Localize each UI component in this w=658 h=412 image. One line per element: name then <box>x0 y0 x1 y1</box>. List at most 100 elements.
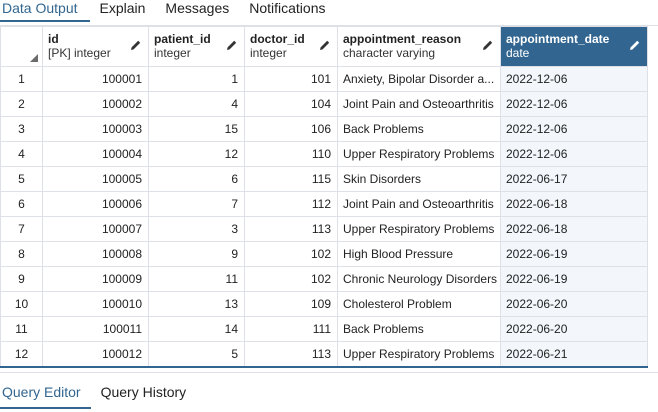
appointment-reason-cell[interactable]: Back Problems <box>337 116 501 142</box>
id-cell[interactable]: 100009 <box>42 266 149 292</box>
id-cell[interactable]: 100007 <box>42 216 149 242</box>
id-cell[interactable]: 100005 <box>42 166 149 192</box>
doctor-id-cell[interactable]: 102 <box>244 241 338 267</box>
row-number-cell[interactable]: 8 <box>0 241 43 267</box>
patient-id-cell[interactable]: 15 <box>148 116 245 142</box>
appointment-reason-cell[interactable]: High Blood Pressure <box>337 241 501 267</box>
appointment-date-cell[interactable]: 2022-06-21 <box>500 341 648 368</box>
table-row[interactable]: 8 100008 9 102 High Blood Pressure 2022-06-19 <box>0 241 648 267</box>
appointment-date-cell[interactable]: 2022-12-06 <box>500 141 648 167</box>
id-cell[interactable]: 100001 <box>42 66 149 92</box>
appointment-date-cell[interactable]: 2022-12-06 <box>500 66 648 92</box>
doctor-id-cell[interactable]: 109 <box>244 291 338 317</box>
id-cell[interactable]: 100008 <box>42 241 149 267</box>
appointment-reason-cell[interactable]: Joint Pain and Osteoarthritis <box>337 191 501 217</box>
patient-id-cell[interactable]: 4 <box>148 91 245 117</box>
doctor-id-cell[interactable]: 102 <box>244 266 338 292</box>
table-row[interactable]: 10 100010 13 109 Cholesterol Problem 2022-06-… <box>0 291 648 317</box>
doctor-id-cell[interactable]: 112 <box>244 191 338 217</box>
id-cell[interactable]: 100010 <box>42 291 149 317</box>
doctor-id-cell[interactable]: 111 <box>244 316 338 342</box>
column-header-patient-id[interactable]: patient_id integer <box>148 26 245 67</box>
row-number-cell[interactable]: 7 <box>0 216 43 242</box>
tab-query-history[interactable]: Query History <box>91 379 197 409</box>
patient-id-cell[interactable]: 14 <box>148 316 245 342</box>
pencil-icon[interactable] <box>226 39 238 51</box>
id-cell[interactable]: 100012 <box>42 341 149 368</box>
patient-id-cell[interactable]: 7 <box>148 191 245 217</box>
row-number-cell[interactable]: 10 <box>0 291 43 317</box>
row-number-cell[interactable]: 2 <box>0 91 43 117</box>
id-cell[interactable]: 100003 <box>42 116 149 142</box>
tab-query-editor[interactable]: Query Editor <box>0 379 91 409</box>
appointment-date-cell[interactable]: 2022-06-20 <box>500 291 648 317</box>
appointment-date-cell[interactable]: 2022-06-18 <box>500 216 648 242</box>
id-cell[interactable]: 100002 <box>42 91 149 117</box>
select-all-cell[interactable] <box>0 26 43 67</box>
doctor-id-cell[interactable]: 113 <box>244 341 338 368</box>
column-header-id[interactable]: id [PK] integer <box>42 26 149 67</box>
appointment-reason-cell[interactable]: Upper Respiratory Problems <box>337 141 501 167</box>
pencil-icon[interactable] <box>319 39 331 51</box>
patient-id-cell[interactable]: 1 <box>148 66 245 92</box>
doctor-id-cell[interactable]: 110 <box>244 141 338 167</box>
row-number-cell[interactable]: 6 <box>0 191 43 217</box>
row-number-cell[interactable]: 4 <box>0 141 43 167</box>
column-header-appointment-date[interactable]: appointment_date date <box>500 26 648 67</box>
column-header-appointment-reason[interactable]: appointment_reason character varying <box>337 26 501 67</box>
table-row[interactable]: 11 100011 14 111 Back Problems 2022-06-20 <box>0 316 648 342</box>
id-cell[interactable]: 100011 <box>42 316 149 342</box>
tab-data-output[interactable]: Data Output <box>0 0 90 22</box>
row-number-cell[interactable]: 5 <box>0 166 43 192</box>
patient-id-cell[interactable]: 13 <box>148 291 245 317</box>
table-row[interactable]: 12 100012 5 113 Upper Respiratory Problems 20… <box>0 341 648 368</box>
table-row[interactable]: 3 100003 15 106 Back Problems 2022-12-06 <box>0 116 648 142</box>
appointment-date-cell[interactable]: 2022-06-18 <box>500 191 648 217</box>
appointment-date-cell[interactable]: 2022-06-19 <box>500 241 648 267</box>
appointment-reason-cell[interactable]: Cholesterol Problem <box>337 291 501 317</box>
table-row[interactable]: 9 100009 11 102 Chronic Neurology Disorders 2… <box>0 266 648 292</box>
appointment-reason-cell[interactable]: Skin Disorders <box>337 166 501 192</box>
doctor-id-cell[interactable]: 106 <box>244 116 338 142</box>
doctor-id-cell[interactable]: 104 <box>244 91 338 117</box>
tab-messages[interactable]: Messages <box>155 0 239 22</box>
appointment-reason-cell[interactable]: Joint Pain and Osteoarthritis <box>337 91 501 117</box>
doctor-id-cell[interactable]: 113 <box>244 216 338 242</box>
patient-id-cell[interactable]: 6 <box>148 166 245 192</box>
appointment-date-cell[interactable]: 2022-12-06 <box>500 91 648 117</box>
pencil-icon[interactable] <box>629 39 641 51</box>
table-row[interactable]: 5 100005 6 115 Skin Disorders 2022-06-17 <box>0 166 648 192</box>
table-row[interactable]: 2 100002 4 104 Joint Pain and Osteoarthritis… <box>0 91 648 117</box>
appointment-reason-cell[interactable]: Anxiety, Bipolar Disorder a... <box>337 66 501 92</box>
table-row[interactable]: 7 100007 3 113 Upper Respiratory Problems 202… <box>0 216 648 242</box>
column-header-doctor-id[interactable]: doctor_id integer <box>244 26 338 67</box>
table-row[interactable]: 1 100001 1 101 Anxiety, Bipolar Disorder a..… <box>0 66 648 92</box>
patient-id-cell[interactable]: 3 <box>148 216 245 242</box>
table-row[interactable]: 4 100004 12 110 Upper Respiratory Problems 20… <box>0 141 648 167</box>
id-cell[interactable]: 100004 <box>42 141 149 167</box>
pencil-icon[interactable] <box>482 39 494 51</box>
appointment-date-cell[interactable]: 2022-06-17 <box>500 166 648 192</box>
appointment-reason-cell[interactable]: Chronic Neurology Disorders <box>337 266 501 292</box>
tab-explain[interactable]: Explain <box>90 0 156 22</box>
patient-id-cell[interactable]: 12 <box>148 141 245 167</box>
id-cell[interactable]: 100006 <box>42 191 149 217</box>
row-number-cell[interactable]: 3 <box>0 116 43 142</box>
appointment-reason-cell[interactable]: Upper Respiratory Problems <box>337 216 501 242</box>
patient-id-cell[interactable]: 11 <box>148 266 245 292</box>
appointment-date-cell[interactable]: 2022-12-06 <box>500 116 648 142</box>
doctor-id-cell[interactable]: 101 <box>244 66 338 92</box>
pencil-icon[interactable] <box>130 39 142 51</box>
row-number-cell[interactable]: 12 <box>0 341 43 368</box>
table-row[interactable]: 6 100006 7 112 Joint Pain and Osteoarthritis… <box>0 191 648 217</box>
patient-id-cell[interactable]: 9 <box>148 241 245 267</box>
appointment-date-cell[interactable]: 2022-06-19 <box>500 266 648 292</box>
row-number-cell[interactable]: 9 <box>0 266 43 292</box>
appointment-reason-cell[interactable]: Back Problems <box>337 316 501 342</box>
appointment-reason-cell[interactable]: Upper Respiratory Problems <box>337 341 501 368</box>
doctor-id-cell[interactable]: 115 <box>244 166 338 192</box>
patient-id-cell[interactable]: 5 <box>148 341 245 368</box>
row-number-cell[interactable]: 11 <box>0 316 43 342</box>
tab-notifications[interactable]: Notifications <box>239 0 335 22</box>
appointment-date-cell[interactable]: 2022-06-20 <box>500 316 648 342</box>
